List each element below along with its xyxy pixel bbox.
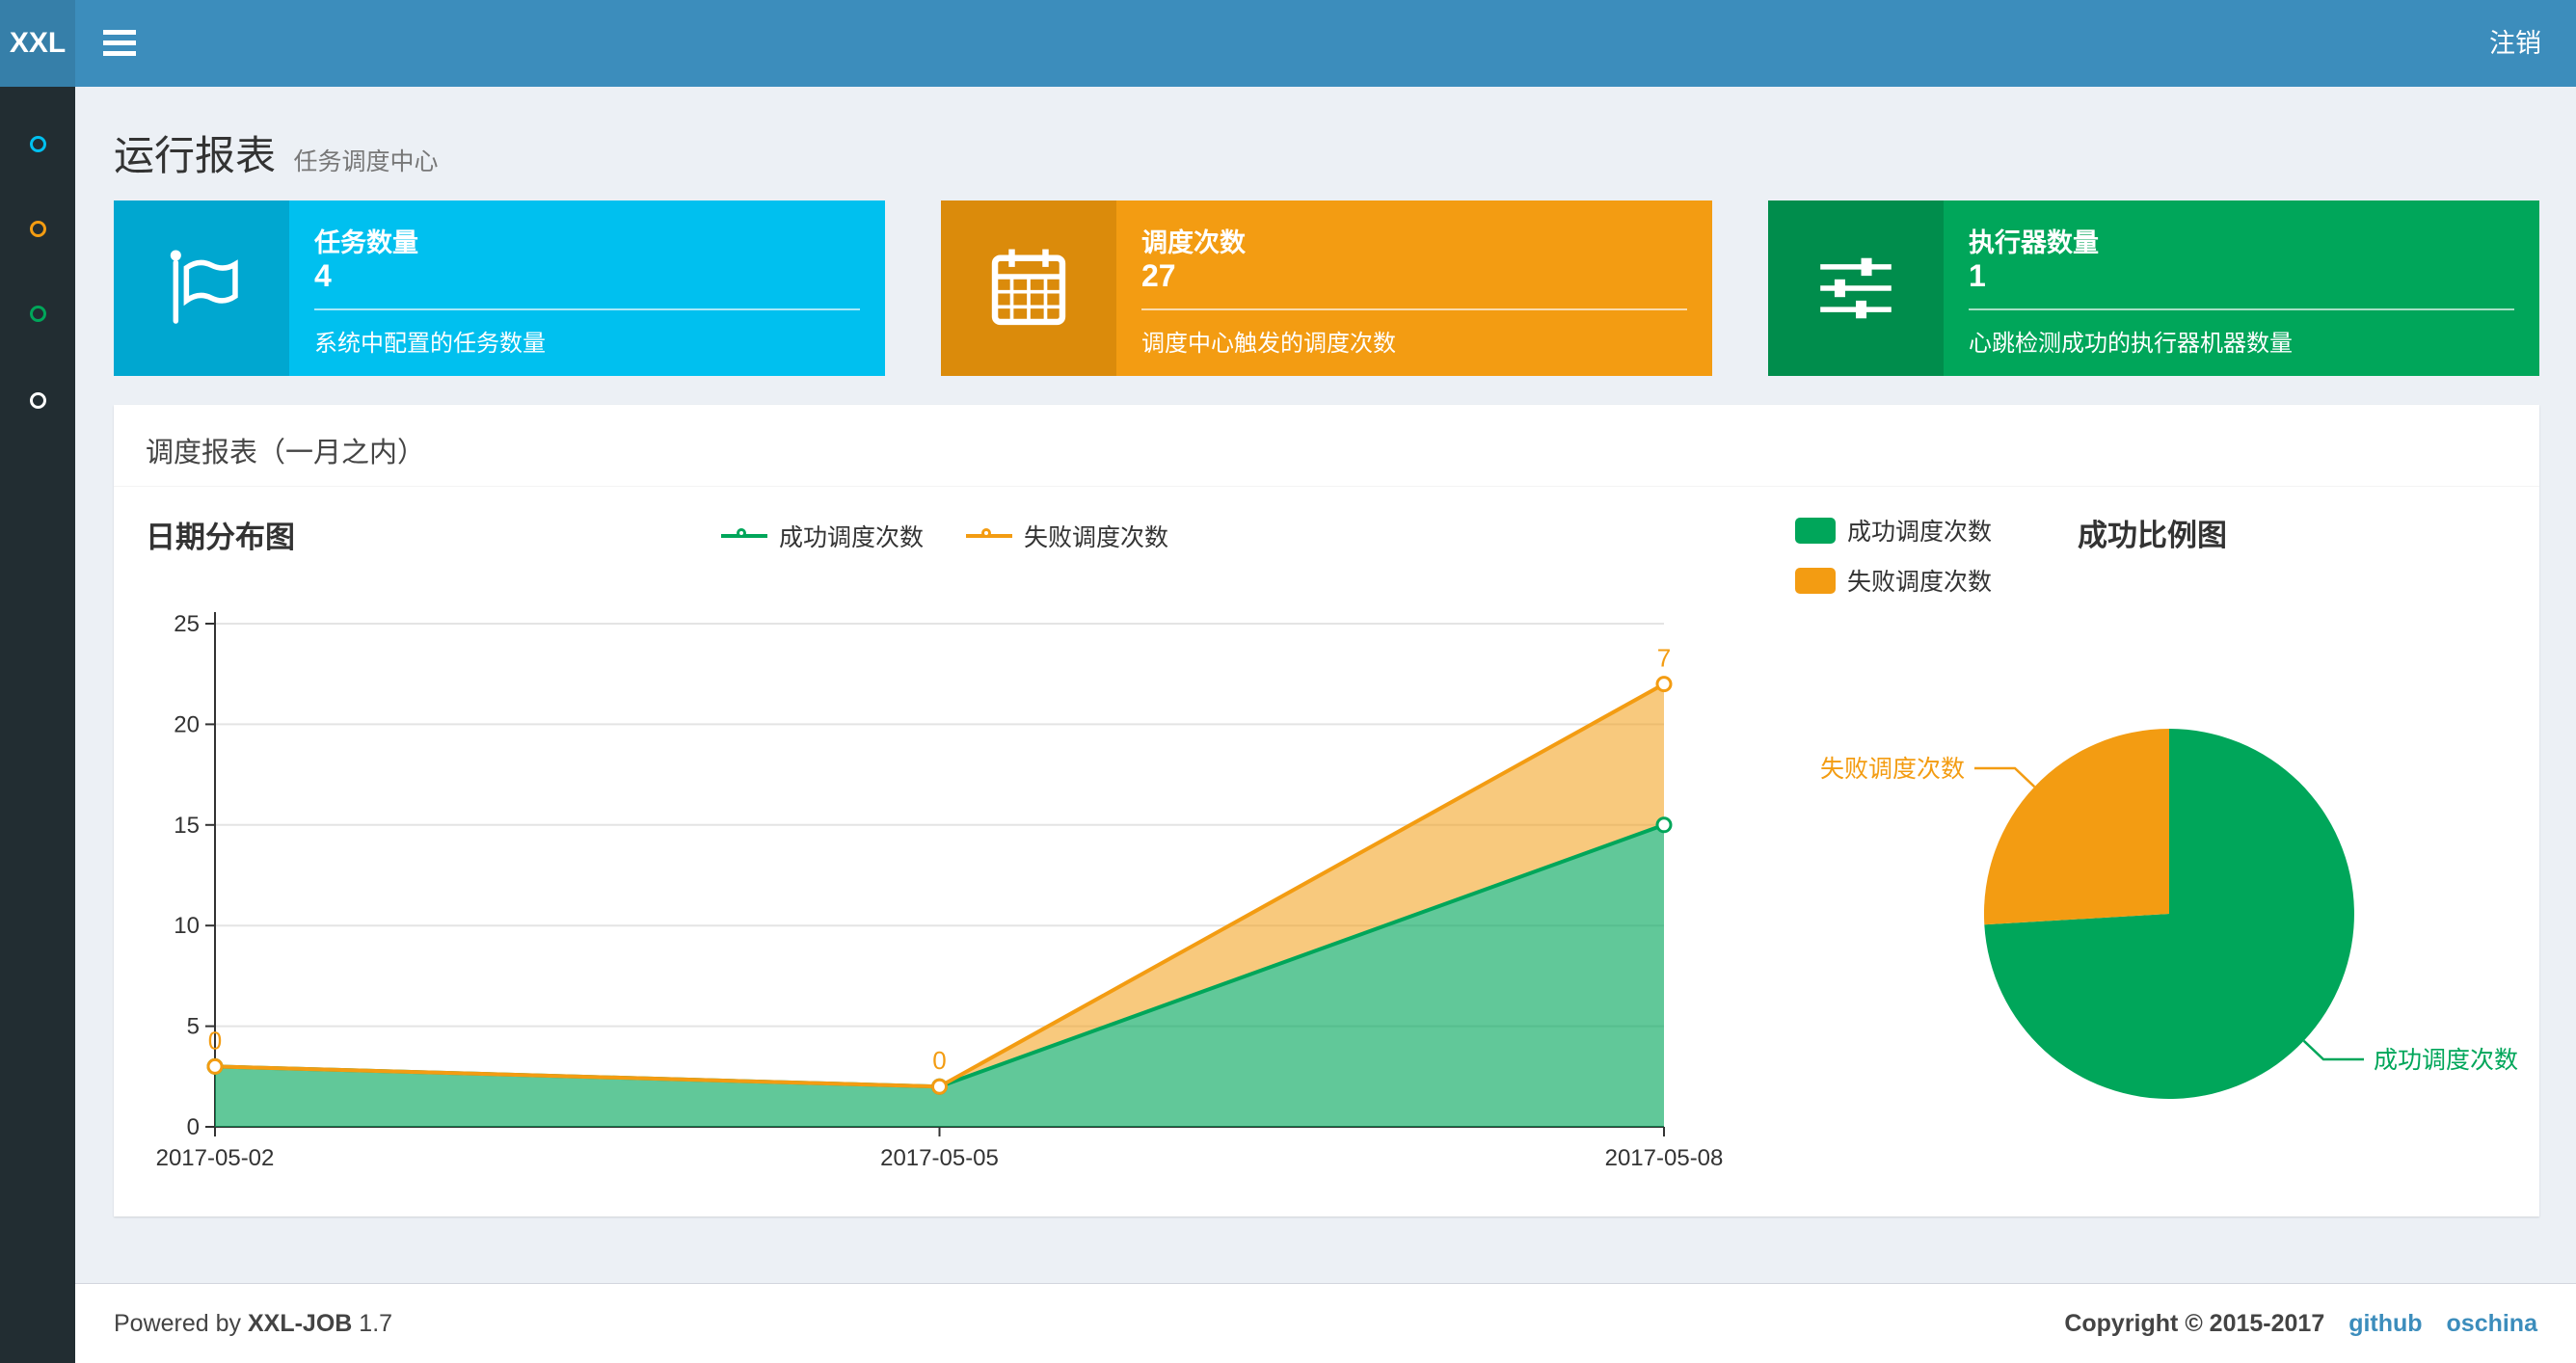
- sliders-icon: [1768, 200, 1944, 376]
- page-subtitle: 任务调度中心: [293, 148, 439, 175]
- svg-text:0: 0: [187, 1114, 200, 1140]
- legend-label: 失败调度次数: [1024, 524, 1169, 551]
- footer-powered-by: Powered by XXL-JOB 1.7: [114, 1284, 392, 1363]
- hamburger-icon: [103, 30, 136, 56]
- sidebar-item-3[interactable]: [0, 280, 75, 347]
- svg-text:10: 10: [174, 913, 200, 939]
- flag-icon: [114, 200, 289, 376]
- product-name: XXL-JOB: [247, 1310, 353, 1337]
- top-navbar: XXL 注销: [0, 0, 2576, 87]
- info-box-label: 任务数量: [314, 228, 418, 257]
- svg-text:15: 15: [174, 813, 200, 839]
- app-logo[interactable]: XXL: [0, 0, 75, 87]
- sidebar-item-1[interactable]: [0, 110, 75, 177]
- svg-text:失败调度次数: 失败调度次数: [1820, 756, 1965, 783]
- info-box-description: 系统中配置的任务数量: [314, 331, 546, 357]
- circle-icon: [29, 391, 46, 409]
- legend-label: 成功调度次数: [778, 524, 924, 551]
- oschina-link[interactable]: oschina: [2447, 1310, 2537, 1337]
- svg-text:成功调度次数: 成功调度次数: [2374, 1047, 2518, 1074]
- info-box-description: 调度中心触发的调度次数: [1141, 331, 1396, 357]
- svg-text:2017-05-02: 2017-05-02: [156, 1145, 275, 1171]
- info-box-executor-count: 执行器数量 1 心跳检测成功的执行器机器数量: [1768, 200, 2539, 376]
- logout-link[interactable]: 注销: [2455, 0, 2576, 87]
- legend-item-success[interactable]: 成功调度次数: [1795, 513, 1992, 548]
- line-circle-marker-icon: [966, 528, 1012, 544]
- footer-copyright: Copyright © 2015-2017 github oschina: [2064, 1284, 2537, 1363]
- footer: Powered by XXL-JOB 1.7 Copyright © 2015-…: [75, 1283, 2576, 1363]
- sidebar-item-4[interactable]: [0, 366, 75, 434]
- circle-icon: [29, 305, 46, 322]
- divider: [114, 486, 2539, 487]
- legend-label: 失败调度次数: [1847, 569, 1993, 596]
- product-version: 1.7: [359, 1310, 393, 1337]
- legend-item-fail[interactable]: 失败调度次数: [966, 519, 1168, 553]
- legend-item-success[interactable]: 成功调度次数: [720, 519, 924, 553]
- swatch-icon: [1795, 517, 1836, 544]
- date-distribution-area-chart: 05101520252017-05-02 2017-05-05 2017-05-08…: [156, 611, 1724, 1171]
- info-box-job-count: 任务数量 4 系统中配置的任务数量: [114, 200, 885, 376]
- svg-text:2017-05-05: 2017-05-05: [880, 1145, 999, 1171]
- divider: [314, 308, 860, 310]
- svg-text:7: 7: [1657, 644, 1671, 673]
- svg-text:0: 0: [208, 1026, 222, 1055]
- line-chart-legend: 成功调度次数 失败调度次数: [154, 519, 1735, 553]
- svg-text:20: 20: [174, 711, 200, 737]
- divider: [1141, 308, 1687, 310]
- svg-text:0: 0: [932, 1046, 946, 1075]
- copyright-text: Copyright © 2015-2017: [2064, 1310, 2325, 1337]
- sidebar-toggle-button[interactable]: [75, 0, 164, 87]
- legend-label: 成功调度次数: [1847, 519, 1993, 546]
- info-box-value: 4: [314, 258, 332, 293]
- svg-text:2017-05-08: 2017-05-08: [1605, 1145, 1724, 1171]
- line-circle-marker-icon: [720, 528, 767, 544]
- pie-chart-legend: 成功调度次数 失败调度次数: [1795, 513, 1992, 613]
- github-link[interactable]: github: [2348, 1310, 2422, 1337]
- info-box-label: 执行器数量: [1969, 228, 2099, 257]
- svg-text:25: 25: [174, 611, 200, 637]
- report-panel: 调度报表（一月之内） 日期分布图 成功调度次数 失败调度次数 0 5 10 15 20 2…: [114, 405, 2539, 1216]
- divider: [1969, 308, 2514, 310]
- info-box-description: 心跳检测成功的执行器机器数量: [1969, 331, 2293, 357]
- panel-title: 调度报表（一月之内）: [146, 438, 426, 468]
- circle-icon: [29, 220, 46, 237]
- info-box-value: 27: [1141, 258, 1176, 293]
- powered-by-text: Powered by: [114, 1310, 242, 1337]
- swatch-icon: [1795, 567, 1836, 594]
- info-box-value: 1: [1969, 258, 1986, 293]
- info-box-label: 调度次数: [1141, 228, 1246, 257]
- svg-text:5: 5: [187, 1014, 200, 1040]
- success-ratio-pie-chart: 成功调度次数 失败调度次数: [1820, 729, 2518, 1099]
- page-header: 运行报表 任务调度中心: [114, 123, 438, 182]
- sidebar: [0, 87, 75, 1363]
- pie-chart-title: 成功比例图: [2078, 519, 2227, 552]
- circle-icon: [29, 135, 46, 152]
- page-title: 运行报表: [114, 133, 277, 178]
- calendar-icon: [941, 200, 1116, 376]
- info-box-trigger-count: 调度次数 27 调度中心触发的调度次数: [941, 200, 1712, 376]
- sidebar-item-2[interactable]: [0, 195, 75, 262]
- legend-item-fail[interactable]: 失败调度次数: [1795, 563, 1992, 598]
